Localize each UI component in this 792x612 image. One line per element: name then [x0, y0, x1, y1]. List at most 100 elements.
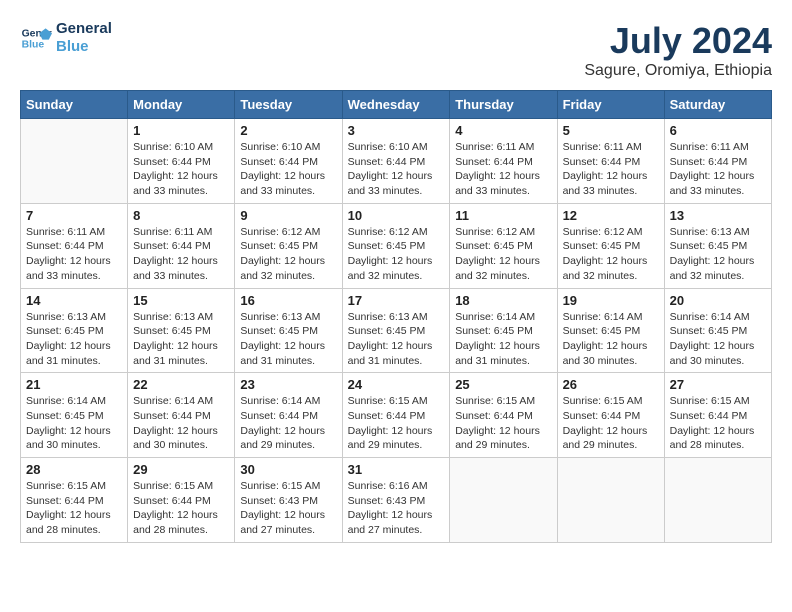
day-info: Sunrise: 6:12 AM Sunset: 6:45 PM Dayligh…: [240, 225, 336, 284]
calendar-day-cell: 6 Sunrise: 6:11 AM Sunset: 6:44 PM Dayli…: [664, 119, 771, 204]
day-info: Sunrise: 6:12 AM Sunset: 6:45 PM Dayligh…: [563, 225, 659, 284]
day-number: 22: [133, 377, 229, 392]
calendar-day-cell: 13 Sunrise: 6:13 AM Sunset: 6:45 PM Dayl…: [664, 203, 771, 288]
calendar-day-cell: 5 Sunrise: 6:11 AM Sunset: 6:44 PM Dayli…: [557, 119, 664, 204]
day-number: 15: [133, 293, 229, 308]
calendar-day-cell: 28 Sunrise: 6:15 AM Sunset: 6:44 PM Dayl…: [21, 458, 128, 543]
title-block: July 2024 Sagure, Oromiya, Ethiopia: [584, 20, 772, 80]
calendar-day-cell: 16 Sunrise: 6:13 AM Sunset: 6:45 PM Dayl…: [235, 288, 342, 373]
day-number: 11: [455, 208, 551, 223]
day-number: 29: [133, 462, 229, 477]
calendar-day-header: Saturday: [664, 91, 771, 119]
calendar-day-header: Tuesday: [235, 91, 342, 119]
day-number: 9: [240, 208, 336, 223]
day-info: Sunrise: 6:13 AM Sunset: 6:45 PM Dayligh…: [670, 225, 766, 284]
day-number: 26: [563, 377, 659, 392]
day-number: 27: [670, 377, 766, 392]
calendar-day-cell: 2 Sunrise: 6:10 AM Sunset: 6:44 PM Dayli…: [235, 119, 342, 204]
day-number: 8: [133, 208, 229, 223]
day-number: 20: [670, 293, 766, 308]
day-number: 30: [240, 462, 336, 477]
calendar-day-cell: [450, 458, 557, 543]
day-info: Sunrise: 6:15 AM Sunset: 6:43 PM Dayligh…: [240, 479, 336, 538]
day-info: Sunrise: 6:15 AM Sunset: 6:44 PM Dayligh…: [26, 479, 122, 538]
calendar-day-cell: 31 Sunrise: 6:16 AM Sunset: 6:43 PM Dayl…: [342, 458, 450, 543]
day-info: Sunrise: 6:14 AM Sunset: 6:45 PM Dayligh…: [26, 394, 122, 453]
logo: General Blue General Blue: [20, 20, 112, 56]
calendar-day-cell: 17 Sunrise: 6:13 AM Sunset: 6:45 PM Dayl…: [342, 288, 450, 373]
day-info: Sunrise: 6:13 AM Sunset: 6:45 PM Dayligh…: [133, 310, 229, 369]
day-info: Sunrise: 6:11 AM Sunset: 6:44 PM Dayligh…: [563, 140, 659, 199]
day-info: Sunrise: 6:10 AM Sunset: 6:44 PM Dayligh…: [240, 140, 336, 199]
calendar-week-row: 1 Sunrise: 6:10 AM Sunset: 6:44 PM Dayli…: [21, 119, 772, 204]
day-info: Sunrise: 6:15 AM Sunset: 6:44 PM Dayligh…: [133, 479, 229, 538]
day-number: 28: [26, 462, 122, 477]
day-info: Sunrise: 6:11 AM Sunset: 6:44 PM Dayligh…: [133, 225, 229, 284]
day-number: 13: [670, 208, 766, 223]
day-info: Sunrise: 6:15 AM Sunset: 6:44 PM Dayligh…: [670, 394, 766, 453]
calendar-table: SundayMondayTuesdayWednesdayThursdayFrid…: [20, 90, 772, 543]
day-info: Sunrise: 6:14 AM Sunset: 6:45 PM Dayligh…: [670, 310, 766, 369]
day-number: 2: [240, 123, 336, 138]
day-info: Sunrise: 6:15 AM Sunset: 6:44 PM Dayligh…: [348, 394, 445, 453]
calendar-day-cell: 20 Sunrise: 6:14 AM Sunset: 6:45 PM Dayl…: [664, 288, 771, 373]
day-info: Sunrise: 6:15 AM Sunset: 6:44 PM Dayligh…: [455, 394, 551, 453]
day-info: Sunrise: 6:11 AM Sunset: 6:44 PM Dayligh…: [26, 225, 122, 284]
day-number: 6: [670, 123, 766, 138]
logo-line1: General: [56, 20, 112, 38]
calendar-day-cell: 26 Sunrise: 6:15 AM Sunset: 6:44 PM Dayl…: [557, 373, 664, 458]
day-number: 17: [348, 293, 445, 308]
calendar-day-cell: 18 Sunrise: 6:14 AM Sunset: 6:45 PM Dayl…: [450, 288, 557, 373]
day-info: Sunrise: 6:10 AM Sunset: 6:44 PM Dayligh…: [133, 140, 229, 199]
calendar-day-header: Wednesday: [342, 91, 450, 119]
day-info: Sunrise: 6:13 AM Sunset: 6:45 PM Dayligh…: [348, 310, 445, 369]
calendar-day-header: Sunday: [21, 91, 128, 119]
day-number: 7: [26, 208, 122, 223]
day-info: Sunrise: 6:13 AM Sunset: 6:45 PM Dayligh…: [26, 310, 122, 369]
logo-icon: General Blue: [20, 22, 52, 54]
location: Sagure, Oromiya, Ethiopia: [584, 62, 772, 80]
calendar-week-row: 21 Sunrise: 6:14 AM Sunset: 6:45 PM Dayl…: [21, 373, 772, 458]
calendar-body: 1 Sunrise: 6:10 AM Sunset: 6:44 PM Dayli…: [21, 119, 772, 543]
day-number: 24: [348, 377, 445, 392]
day-info: Sunrise: 6:10 AM Sunset: 6:44 PM Dayligh…: [348, 140, 445, 199]
calendar-day-cell: [664, 458, 771, 543]
calendar-day-cell: 3 Sunrise: 6:10 AM Sunset: 6:44 PM Dayli…: [342, 119, 450, 204]
day-number: 12: [563, 208, 659, 223]
calendar-day-cell: 15 Sunrise: 6:13 AM Sunset: 6:45 PM Dayl…: [128, 288, 235, 373]
page-header: General Blue General Blue July 2024 Sagu…: [20, 20, 772, 80]
calendar-day-cell: 14 Sunrise: 6:13 AM Sunset: 6:45 PM Dayl…: [21, 288, 128, 373]
calendar-day-cell: 22 Sunrise: 6:14 AM Sunset: 6:44 PM Dayl…: [128, 373, 235, 458]
calendar-day-cell: 24 Sunrise: 6:15 AM Sunset: 6:44 PM Dayl…: [342, 373, 450, 458]
svg-text:Blue: Blue: [22, 40, 45, 51]
day-info: Sunrise: 6:13 AM Sunset: 6:45 PM Dayligh…: [240, 310, 336, 369]
day-info: Sunrise: 6:14 AM Sunset: 6:45 PM Dayligh…: [455, 310, 551, 369]
calendar-day-header: Friday: [557, 91, 664, 119]
calendar-day-header: Thursday: [450, 91, 557, 119]
calendar-day-cell: [557, 458, 664, 543]
calendar-day-cell: 1 Sunrise: 6:10 AM Sunset: 6:44 PM Dayli…: [128, 119, 235, 204]
day-number: 5: [563, 123, 659, 138]
month-title: July 2024: [584, 20, 772, 62]
calendar-day-cell: 21 Sunrise: 6:14 AM Sunset: 6:45 PM Dayl…: [21, 373, 128, 458]
calendar-day-cell: 27 Sunrise: 6:15 AM Sunset: 6:44 PM Dayl…: [664, 373, 771, 458]
calendar-day-cell: 30 Sunrise: 6:15 AM Sunset: 6:43 PM Dayl…: [235, 458, 342, 543]
calendar-day-cell: 9 Sunrise: 6:12 AM Sunset: 6:45 PM Dayli…: [235, 203, 342, 288]
calendar-week-row: 28 Sunrise: 6:15 AM Sunset: 6:44 PM Dayl…: [21, 458, 772, 543]
day-number: 14: [26, 293, 122, 308]
calendar-week-row: 14 Sunrise: 6:13 AM Sunset: 6:45 PM Dayl…: [21, 288, 772, 373]
day-number: 1: [133, 123, 229, 138]
calendar-day-header: Monday: [128, 91, 235, 119]
day-number: 18: [455, 293, 551, 308]
calendar-day-cell: 23 Sunrise: 6:14 AM Sunset: 6:44 PM Dayl…: [235, 373, 342, 458]
day-info: Sunrise: 6:14 AM Sunset: 6:44 PM Dayligh…: [240, 394, 336, 453]
calendar-day-cell: [21, 119, 128, 204]
logo-line2: Blue: [56, 38, 112, 56]
calendar-day-cell: 29 Sunrise: 6:15 AM Sunset: 6:44 PM Dayl…: [128, 458, 235, 543]
day-info: Sunrise: 6:11 AM Sunset: 6:44 PM Dayligh…: [455, 140, 551, 199]
day-info: Sunrise: 6:15 AM Sunset: 6:44 PM Dayligh…: [563, 394, 659, 453]
day-info: Sunrise: 6:14 AM Sunset: 6:45 PM Dayligh…: [563, 310, 659, 369]
day-number: 31: [348, 462, 445, 477]
day-number: 25: [455, 377, 551, 392]
day-number: 10: [348, 208, 445, 223]
